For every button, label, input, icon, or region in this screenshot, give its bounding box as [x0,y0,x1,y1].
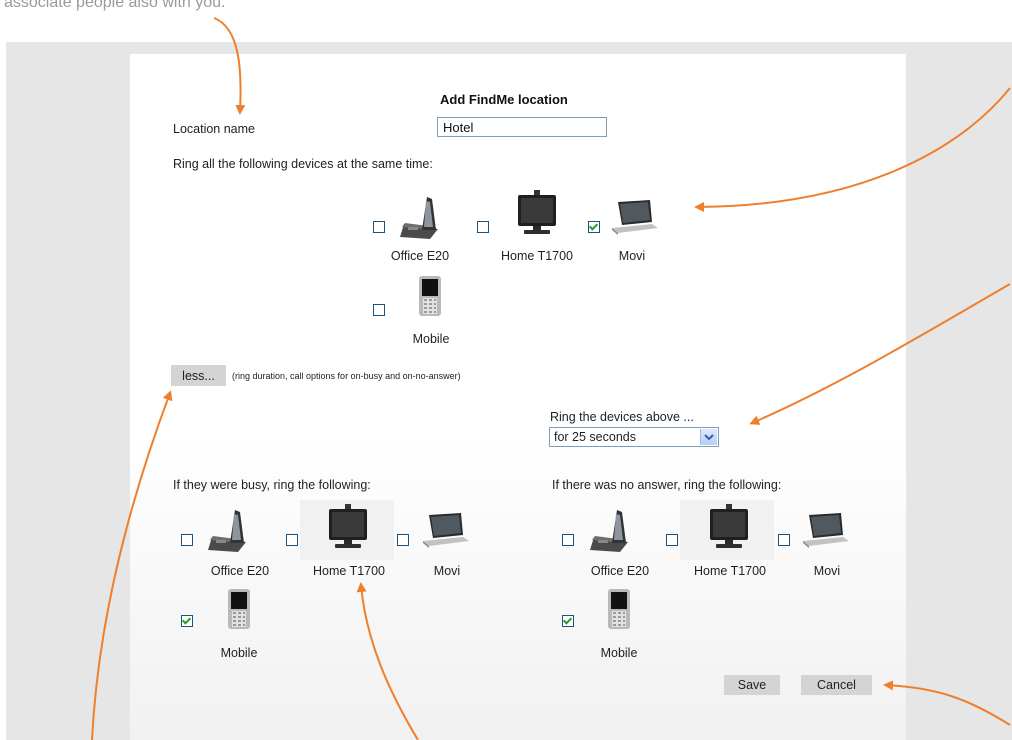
checkbox-office-e20[interactable] [373,221,385,233]
busy-checkbox-movi[interactable] [397,534,409,546]
busy-checkbox-mobile[interactable] [181,615,193,627]
ring-duration-value: for 25 seconds [554,430,636,444]
video-monitor-icon [329,504,367,548]
checkbox-movi[interactable] [588,221,600,233]
busy-label-movi: Movi [433,564,461,578]
location-name-label: Location name [173,122,256,136]
ring-duration-select[interactable]: for 25 seconds [549,427,719,447]
checkbox-mobile[interactable] [373,304,385,316]
busy-checkbox-office-e20[interactable] [181,534,193,546]
busy-checkbox-home-t1700[interactable] [286,534,298,546]
checkbox-home-t1700[interactable] [477,221,489,233]
desk-phone-icon [400,197,438,239]
device-label-home-t1700: Home T1700 [500,249,574,263]
device-label-office-e20: Office E20 [390,249,450,263]
noanswer-label: If there was no answer, ring the followi… [552,478,782,492]
mobile-phone-icon [419,276,441,316]
noanswer-label-home-t1700: Home T1700 [693,564,767,578]
mobile-phone-icon [228,589,250,629]
chevron-down-icon[interactable] [700,429,717,445]
laptop-icon [612,200,658,235]
busy-label-home-t1700: Home T1700 [312,564,386,578]
video-monitor-icon [710,504,748,548]
busy-label-office-e20: Office E20 [210,564,270,578]
less-options-note: (ring duration, call options for on-busy… [232,371,461,381]
ring-duration-label: Ring the devices above ... [550,410,694,424]
busy-label: If they were busy, ring the following: [173,478,371,492]
dialog-title: Add FindMe location [440,92,568,107]
noanswer-checkbox-office-e20[interactable] [562,534,574,546]
noanswer-label-office-e20: Office E20 [590,564,650,578]
noanswer-checkbox-mobile[interactable] [562,615,574,627]
noanswer-checkbox-home-t1700[interactable] [666,534,678,546]
save-button[interactable]: Save [724,675,780,695]
video-monitor-icon [518,190,556,234]
top-caption: associate people also with you. [4,0,226,11]
less-options-button[interactable]: less... [171,365,226,386]
noanswer-label-mobile: Mobile [600,646,638,660]
ring-all-label: Ring all the following devices at the sa… [173,157,433,171]
desk-phone-icon [590,510,628,552]
laptop-icon [803,513,849,548]
cancel-button[interactable]: Cancel [801,675,872,695]
busy-label-mobile: Mobile [220,646,258,660]
location-name-input[interactable] [437,117,607,137]
mobile-phone-icon [608,589,630,629]
desk-phone-icon [208,510,246,552]
device-label-movi: Movi [618,249,646,263]
device-label-mobile: Mobile [412,332,450,346]
noanswer-checkbox-movi[interactable] [778,534,790,546]
noanswer-label-movi: Movi [813,564,841,578]
laptop-icon [423,513,469,548]
